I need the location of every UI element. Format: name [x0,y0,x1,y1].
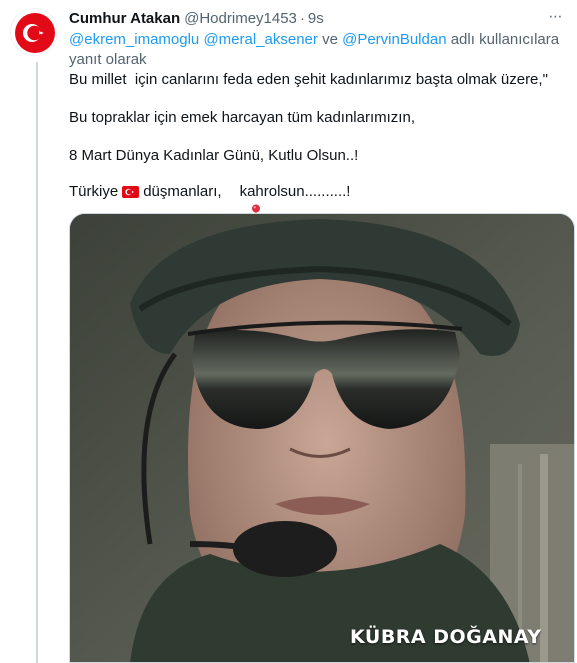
tweet-header: Cumhur Atakan @Hodrimey1453 · 9s [69,8,537,28]
more-options-icon[interactable]: ⋯ [545,6,567,26]
tweet-text-fragment: düşmanları, [143,183,222,200]
reply-context: @ekrem_imamoglu @meral_aksener ve @Pervi… [69,30,564,70]
timestamp[interactable]: 9s [308,10,324,27]
video-media[interactable]: KÜBRA DOĞANAY [69,213,575,663]
tweet[interactable]: Cumhur Atakan @Hodrimey1453 · 9s ⋯ @ekre… [0,0,577,663]
mention-link[interactable]: @PervinBuldan [342,31,446,48]
video-caption: KÜBRA DOĞANAY [350,626,542,648]
mention-link[interactable]: @meral_aksener [203,31,317,48]
tweet-text-fragment: Türkiye [69,183,119,200]
separator-dot: · [299,9,305,27]
video-frame-image [70,214,574,662]
reply-joiner: ve [322,31,338,48]
tweet-text-line: 8 Mart Dünya Kadınlar Günü, Kutlu Olsun.… [69,147,359,164]
turkish-flag-avatar-icon [15,13,55,53]
tweet-text-line: Bu millet için canlarını feda eden şehit… [69,71,548,88]
tweet-text-line: Bu topraklar için emek harcayan tüm kadı… [69,109,415,126]
turkish-flag-emoji-icon [122,186,140,198]
author-name[interactable]: Cumhur Atakan [69,10,180,27]
avatar[interactable] [10,8,58,56]
thread-line [36,62,38,663]
tweet-text-line: Türkiye düşmanları, kahrolsun..........! [69,182,569,220]
tweet-text-fragment: kahrolsun..........! [239,183,351,200]
mention-link[interactable]: @ekrem_imamoglu [69,31,199,48]
author-handle[interactable]: @Hodrimey1453 [184,10,297,27]
round-pushpin-emoji-icon [226,184,260,220]
